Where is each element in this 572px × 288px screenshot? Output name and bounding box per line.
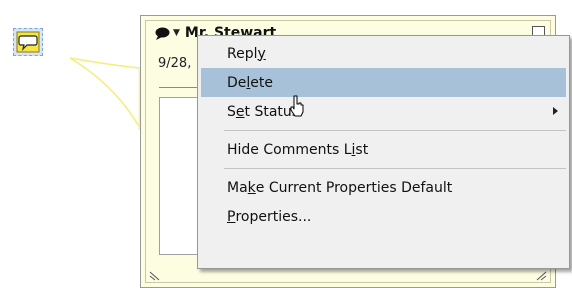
- chevron-down-icon[interactable]: ▼: [173, 28, 180, 38]
- menu-item-set-status[interactable]: Set Status: [201, 97, 566, 126]
- document-canvas: ▼ Mr. Stewart 9/28, Repl y De l ete Set Sta…: [0, 0, 572, 288]
- menu-label-part: st: [355, 141, 369, 158]
- menu-label-part: Hide Comments L: [227, 141, 352, 158]
- comment-bubble-icon: [155, 27, 170, 40]
- resize-grip-right-icon[interactable]: [535, 271, 547, 281]
- resize-grip-left-icon[interactable]: [149, 271, 161, 281]
- menu-accelerator: y: [257, 45, 266, 62]
- menu-label-part: roperties...: [235, 208, 312, 225]
- mouse-pointer-icon: [290, 95, 304, 117]
- menu-separator: [224, 168, 566, 169]
- chevron-right-icon: [553, 107, 558, 115]
- menu-accelerator: k: [247, 179, 256, 196]
- menu-item-make-default[interactable]: Ma k e Current Properties Default: [201, 173, 566, 202]
- comment-date: 9/28,: [158, 56, 192, 71]
- menu-separator: [224, 130, 566, 131]
- comment-note-icon[interactable]: [13, 28, 43, 56]
- menu-accelerator: e: [235, 103, 245, 120]
- context-menu: Repl y De l ete Set Status Hide Comments Li…: [197, 35, 570, 269]
- menu-label-part: ete: [250, 74, 274, 91]
- menu-label-part: S: [227, 103, 236, 120]
- menu-label-part: e Current Properties Default: [255, 179, 453, 196]
- menu-accelerator: P: [227, 208, 236, 225]
- menu-label-part: Repl: [227, 45, 258, 62]
- menu-item-delete[interactable]: De l ete: [201, 68, 566, 97]
- menu-label-part: De: [227, 74, 247, 91]
- menu-label-part: Ma: [227, 179, 248, 196]
- menu-item-reply[interactable]: Repl y: [201, 39, 566, 68]
- menu-item-hide-comments-list[interactable]: Hide Comments Li st: [201, 135, 566, 164]
- menu-item-properties[interactable]: Properties...: [201, 202, 566, 231]
- speech-bubble-icon: [16, 31, 40, 53]
